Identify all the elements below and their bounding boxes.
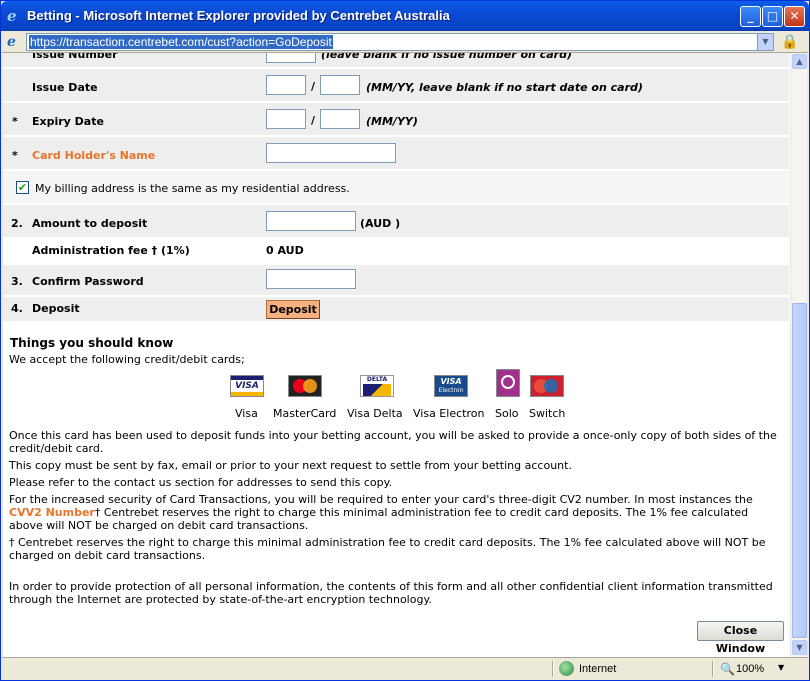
- status-divider: [712, 661, 714, 677]
- step-number: 3.: [11, 275, 23, 288]
- zoom-dropdown-icon[interactable]: ▼: [778, 663, 784, 672]
- confirm-password-input[interactable]: [266, 269, 356, 289]
- mastercard-icon: [288, 375, 322, 397]
- lock-icon[interactable]: 🔒: [780, 32, 800, 52]
- switch-icon: [530, 375, 564, 397]
- card-holder-label: Card Holder's Name: [32, 149, 156, 162]
- billing-row: ✔ My billing address is the same as my r…: [3, 171, 789, 203]
- scroll-thumb[interactable]: [792, 303, 807, 638]
- info-paragraph: † Centrebet reserves the right to charge…: [9, 536, 766, 562]
- visa-icon: VISA: [230, 375, 264, 397]
- info-paragraph: Please refer to the contact us section f…: [9, 476, 393, 489]
- solo-icon: [496, 369, 520, 397]
- address-bar: e https://transaction.centrebet.com/cust…: [2, 31, 808, 53]
- deposit-button[interactable]: Deposit: [266, 300, 320, 319]
- step-number: 2.: [11, 217, 23, 230]
- address-text[interactable]: https://transaction.centrebet.com/cust?a…: [29, 35, 333, 49]
- info-paragraph: Once this card has been used to deposit …: [9, 429, 777, 455]
- issue-date-month-input[interactable]: [266, 75, 306, 95]
- issue-date-year-input[interactable]: [320, 75, 360, 95]
- info-title: Things you should know: [10, 336, 174, 350]
- admin-fee-row: Administration fee † (1%) 0 AUD: [3, 239, 789, 263]
- card-label-visa-delta: Visa Delta: [347, 407, 403, 420]
- billing-checkbox-label: My billing address is the same as my res…: [35, 182, 350, 195]
- ie-logo-icon: e: [7, 7, 17, 25]
- vertical-scrollbar[interactable]: ▲ ▼: [790, 53, 807, 657]
- cvv-text-start: For the increased security of Card Trans…: [9, 493, 753, 506]
- window-title: Betting - Microsoft Internet Explorer pr…: [27, 8, 450, 23]
- visa-delta-icon: DELTA: [360, 375, 394, 397]
- close-window-button[interactable]: ✕: [784, 6, 805, 27]
- page-content: Issue Number (leave blank if no issue nu…: [3, 53, 790, 657]
- visa-electron-icon: VISA Electron: [434, 375, 468, 397]
- required-mark: *: [12, 115, 18, 128]
- card-label-visa-electron: Visa Electron: [413, 407, 485, 420]
- minimize-button[interactable]: _: [740, 6, 761, 27]
- billing-checkbox[interactable]: ✔: [16, 181, 29, 194]
- address-dropdown-icon[interactable]: ▼: [757, 34, 773, 50]
- card-label-switch: Switch: [529, 407, 566, 420]
- info-paragraph: This copy must be sent by fax, email or …: [9, 459, 572, 472]
- expiry-date-row: * Expiry Date / (MM/YY): [3, 103, 789, 135]
- expiry-date-hint: (MM/YY): [366, 115, 418, 128]
- title-bar[interactable]: e Betting - Microsoft Internet Explorer …: [1, 1, 809, 31]
- required-mark: *: [12, 149, 18, 162]
- address-input[interactable]: https://transaction.centrebet.com/cust?a…: [26, 33, 774, 51]
- browser-window: e Betting - Microsoft Internet Explorer …: [0, 0, 810, 681]
- card-label-mastercard: MasterCard: [273, 407, 337, 420]
- expiry-slash: /: [311, 114, 316, 127]
- issue-number-row: Issue Number (leave blank if no issue nu…: [3, 53, 789, 67]
- card-holder-input[interactable]: [266, 143, 396, 163]
- issue-date-label: Issue Date: [32, 81, 98, 94]
- issue-number-hint: (leave blank if no issue number on card): [321, 53, 572, 61]
- expiry-date-label: Expiry Date: [32, 115, 104, 128]
- amount-input[interactable]: [266, 211, 356, 231]
- scroll-up-icon[interactable]: ▲: [792, 54, 807, 69]
- deposit-label: Deposit: [32, 302, 80, 315]
- amount-label: Amount to deposit: [32, 217, 148, 230]
- globe-icon: [559, 661, 574, 676]
- admin-fee-label: Administration fee † (1%): [32, 244, 190, 257]
- zoom-level[interactable]: 100%: [736, 663, 764, 675]
- issue-date-hint: (MM/YY, leave blank if no start date on …: [366, 81, 643, 94]
- deposit-row: 4. Deposit Deposit: [3, 297, 789, 321]
- step-number: 4.: [11, 302, 23, 315]
- issue-date-row: Issue Date / (MM/YY, leave blank if no s…: [3, 69, 789, 101]
- info-paragraph: For the increased security of Card Trans…: [9, 493, 785, 532]
- maximize-button[interactable]: □: [762, 6, 783, 27]
- expiry-year-input[interactable]: [320, 109, 360, 129]
- security-zone: Internet: [579, 663, 617, 675]
- accept-text: We accept the following credit/debit car…: [9, 353, 245, 366]
- cvv-text-end: † Centrebet reserves the right to charge…: [9, 506, 749, 532]
- cvv2-link[interactable]: CVV2 Number: [9, 506, 95, 519]
- card-holder-row: * Card Holder's Name: [3, 137, 789, 169]
- issue-number-input[interactable]: [266, 53, 316, 63]
- info-paragraph: In order to provide protection of all pe…: [9, 580, 773, 606]
- issue-number-label: Issue Number: [32, 53, 118, 61]
- confirm-password-label: Confirm Password: [32, 275, 144, 288]
- card-label-visa: Visa: [235, 407, 258, 420]
- close-window-page-button[interactable]: Close Window: [697, 621, 784, 655]
- status-divider: [552, 661, 554, 677]
- expiry-month-input[interactable]: [266, 109, 306, 129]
- card-label-solo: Solo: [495, 407, 519, 420]
- admin-fee-value: 0 AUD: [266, 244, 304, 257]
- confirm-password-row: 3. Confirm Password: [3, 265, 789, 295]
- status-bar: Internet 🔍 100% ▼: [2, 657, 808, 680]
- scroll-down-icon[interactable]: ▼: [792, 640, 807, 655]
- ie-page-icon: e: [7, 34, 16, 50]
- zoom-icon[interactable]: 🔍: [720, 662, 735, 676]
- amount-row: 2. Amount to deposit (AUD ): [3, 205, 789, 237]
- amount-unit: (AUD ): [360, 217, 401, 230]
- issue-date-slash: /: [311, 80, 316, 93]
